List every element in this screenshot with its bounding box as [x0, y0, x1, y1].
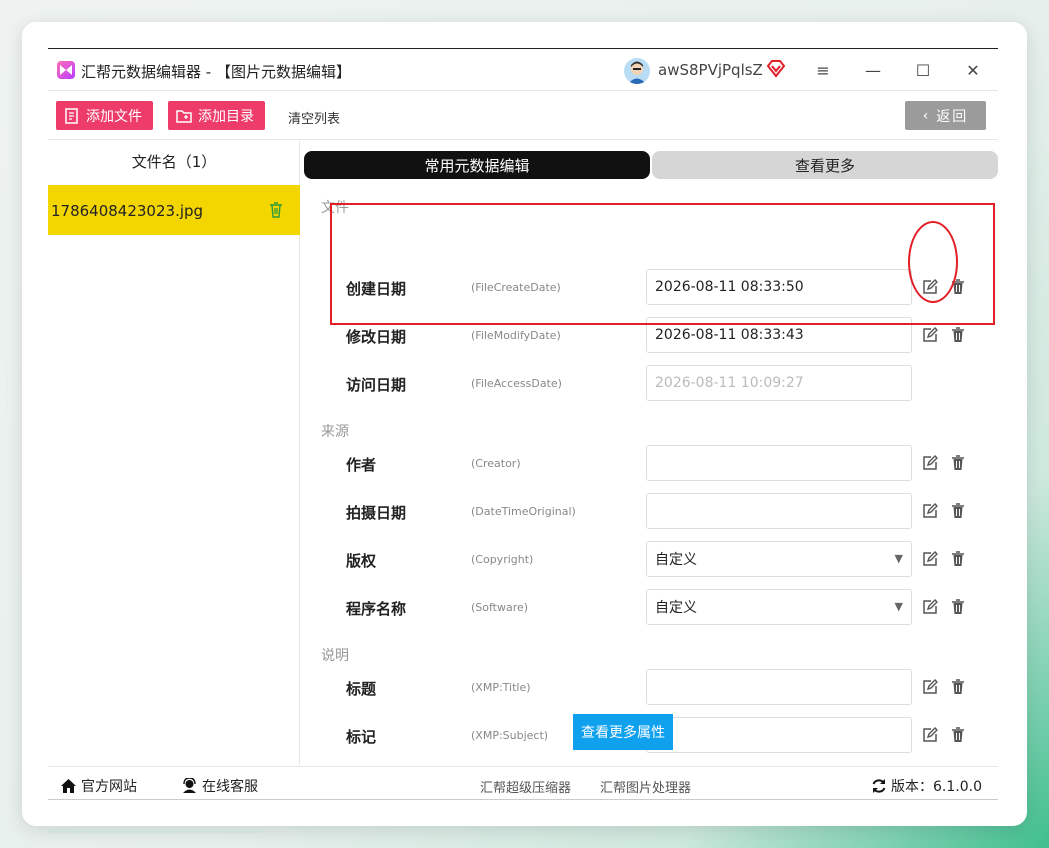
section-file: 文件: [321, 200, 349, 216]
app-logo-icon: [57, 61, 75, 79]
modify-date-input[interactable]: 2026-08-11 08:33:43: [646, 317, 912, 353]
edit-icon[interactable]: [922, 279, 940, 297]
file-list-panel: 文件名（1） 1786408423023.jpg: [48, 141, 300, 765]
edit-icon[interactable]: [922, 727, 940, 745]
row-label: 创建日期: [346, 280, 407, 298]
vip-icon[interactable]: [766, 59, 786, 83]
section-description: 说明: [321, 648, 349, 664]
row-label: 访问日期: [346, 376, 407, 394]
trash-icon[interactable]: [951, 727, 969, 745]
dropdown-arrow-icon: ▼: [894, 600, 903, 613]
trash-icon[interactable]: [951, 599, 969, 617]
edit-icon[interactable]: [922, 455, 940, 473]
edit-icon[interactable]: [922, 679, 940, 697]
row-label: 标记: [346, 728, 377, 746]
official-website-label: 官方网站: [81, 779, 137, 795]
online-support-link[interactable]: 在线客服: [181, 776, 258, 796]
row-label: 标题: [346, 680, 377, 698]
add-file-button[interactable]: 添加文件: [56, 101, 153, 130]
select-value: 自定义: [655, 600, 697, 616]
app-window: 汇帮元数据编辑器 - 【图片元数据编辑】 awS8PVjPqlsZ ≡ — ☐ …: [48, 48, 998, 800]
close-icon[interactable]: ✕: [960, 58, 986, 82]
edit-icon[interactable]: [922, 551, 940, 569]
row-label: 版权: [346, 552, 377, 570]
edit-icon[interactable]: [922, 599, 940, 617]
username[interactable]: awS8PVjPqlsZ: [658, 61, 763, 79]
view-more-properties-button[interactable]: 查看更多属性: [573, 714, 673, 750]
title-bar: 汇帮元数据编辑器 - 【图片元数据编辑】 awS8PVjPqlsZ ≡ — ☐ …: [48, 49, 998, 91]
toolbar: 添加文件 添加目录 清空列表 ‹ 返回: [48, 92, 998, 140]
date-time-original-input[interactable]: [646, 493, 912, 529]
row-key: (FileModifyDate): [471, 329, 561, 342]
copyright-select[interactable]: 自定义 ▼: [646, 541, 912, 577]
trash-icon[interactable]: [951, 279, 969, 297]
window-title: 汇帮元数据编辑器 - 【图片元数据编辑】: [81, 63, 351, 81]
add-directory-label: 添加目录: [198, 108, 254, 125]
row-key: (XMP:Title): [471, 681, 531, 694]
xmp-title-input[interactable]: [646, 669, 912, 705]
clear-list-button[interactable]: 清空列表: [288, 108, 340, 127]
row-label: 程序名称: [346, 600, 407, 618]
folder-add-icon: [176, 109, 192, 123]
edit-icon[interactable]: [922, 327, 940, 345]
row-label: 修改日期: [346, 328, 407, 346]
version-label: 版本：6.1.0.0: [891, 779, 982, 795]
edit-icon[interactable]: [922, 503, 940, 521]
minimize-icon[interactable]: —: [860, 58, 886, 82]
online-support-label: 在线客服: [202, 779, 258, 795]
add-file-label: 添加文件: [86, 108, 142, 125]
trash-icon[interactable]: [951, 551, 969, 569]
tab-common-metadata[interactable]: 常用元数据编辑: [304, 151, 650, 179]
footer: 官方网站 在线客服 汇帮超级压缩器 汇帮图片处理器 版本：6.1.0.0: [48, 766, 998, 800]
software-select[interactable]: 自定义 ▼: [646, 589, 912, 625]
section-source: 来源: [321, 424, 349, 440]
trash-icon[interactable]: [951, 455, 969, 473]
add-file-icon: [65, 107, 78, 124]
row-label: 作者: [346, 456, 377, 474]
version-info[interactable]: 版本：6.1.0.0: [871, 776, 982, 796]
trash-icon[interactable]: [951, 679, 969, 697]
trash-icon[interactable]: [269, 202, 283, 218]
row-key: (Software): [471, 601, 529, 614]
menu-icon[interactable]: ≡: [810, 58, 836, 82]
official-website-link[interactable]: 官方网站: [60, 776, 137, 796]
creator-input[interactable]: [646, 445, 912, 481]
maximize-icon[interactable]: ☐: [910, 58, 936, 82]
select-value: 自定义: [655, 552, 697, 568]
xmp-subject-input[interactable]: [646, 717, 912, 753]
create-date-input[interactable]: 2026-08-11 08:33:50: [646, 269, 912, 305]
avatar[interactable]: [624, 58, 650, 84]
chevron-left-icon: ‹: [922, 107, 931, 124]
dropdown-arrow-icon: ▼: [894, 552, 903, 565]
home-icon: [61, 779, 76, 793]
trash-icon[interactable]: [951, 327, 969, 345]
list-item[interactable]: 1786408423023.jpg: [48, 185, 300, 235]
image-tool-link[interactable]: 汇帮图片处理器: [600, 777, 691, 796]
metadata-panel: 常用元数据编辑 查看更多 文件 来源 说明 创建日期 (FileCreateDa…: [301, 141, 998, 765]
back-label: 返回: [936, 108, 969, 125]
background-bar: [48, 829, 263, 833]
row-key: (FileAccessDate): [471, 377, 562, 390]
add-directory-button[interactable]: 添加目录: [168, 101, 265, 130]
file-list-header: 文件名（1）: [131, 153, 217, 171]
back-button[interactable]: ‹ 返回: [905, 101, 986, 130]
support-icon: [183, 778, 196, 793]
tab-view-more[interactable]: 查看更多: [652, 151, 998, 179]
compressor-link[interactable]: 汇帮超级压缩器: [480, 777, 571, 796]
row-key: (XMP:Subject): [471, 729, 549, 742]
row-key: (DateTimeOriginal): [471, 505, 576, 518]
access-date-input: 2026-08-11 10:09:27: [646, 365, 912, 401]
row-key: (FileCreateDate): [471, 281, 561, 294]
row-label: 拍摄日期: [346, 504, 407, 522]
refresh-icon: [872, 779, 886, 793]
row-key: (Copyright): [471, 553, 534, 566]
file-name: 1786408423023.jpg: [51, 202, 204, 220]
row-key: (Creator): [471, 457, 521, 470]
trash-icon[interactable]: [951, 503, 969, 521]
